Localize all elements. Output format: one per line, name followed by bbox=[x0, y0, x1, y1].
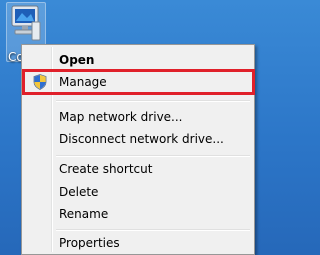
menu-separator bbox=[56, 155, 250, 157]
menu-item-map-network-drive[interactable]: Map network drive... bbox=[24, 106, 252, 128]
menu-item-label: Properties bbox=[59, 236, 120, 250]
menu-separator bbox=[56, 229, 250, 231]
menu-item-disconnect-network-drive[interactable]: Disconnect network drive... bbox=[24, 128, 252, 150]
menu-item-rename[interactable]: Rename bbox=[24, 203, 252, 225]
menu-item-label: Delete bbox=[59, 185, 99, 199]
menu-item-label: Map network drive... bbox=[59, 110, 183, 124]
menu-separator bbox=[56, 100, 250, 102]
menu-item-label: Rename bbox=[59, 207, 109, 221]
highlight-box bbox=[22, 69, 255, 95]
menu-item-label: Open bbox=[59, 53, 95, 67]
menu-item-create-shortcut[interactable]: Create shortcut bbox=[24, 158, 252, 180]
menu-item-label: Create shortcut bbox=[59, 162, 153, 176]
menu-item-label: Disconnect network drive... bbox=[59, 132, 224, 146]
computer-icon bbox=[11, 5, 41, 41]
menu-item-properties[interactable]: Properties bbox=[24, 232, 252, 254]
menu-item-delete[interactable]: Delete bbox=[24, 181, 252, 203]
menu-item-open[interactable]: Open bbox=[24, 49, 252, 71]
context-menu: Open Manage Map network drive... Disconn… bbox=[21, 44, 255, 255]
